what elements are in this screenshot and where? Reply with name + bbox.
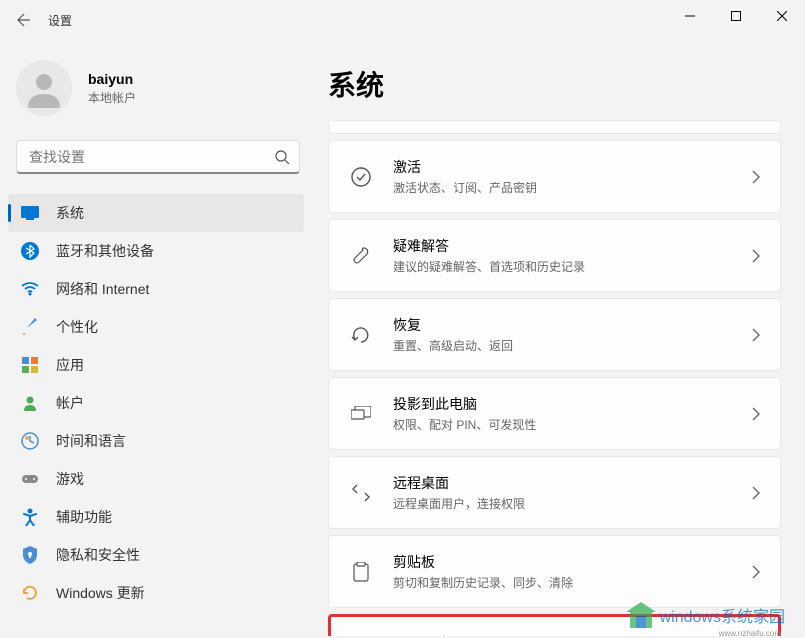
search-box xyxy=(16,140,300,174)
chevron-right-icon xyxy=(752,486,760,500)
shield-icon xyxy=(20,545,40,565)
nav-label: 辅助功能 xyxy=(56,507,112,527)
nav-label: 隐私和安全性 xyxy=(56,545,140,565)
sidebar-item-apps[interactable]: 应用 xyxy=(8,346,304,384)
user-info: baiyun 本地帐户 xyxy=(88,71,136,106)
clock-icon xyxy=(20,431,40,451)
accessibility-icon xyxy=(20,507,40,527)
nav-label: 时间和语言 xyxy=(56,431,126,451)
back-button[interactable] xyxy=(4,0,44,40)
card-title: 投影到此电脑 xyxy=(393,394,752,414)
check-circle-icon xyxy=(349,167,373,187)
card-content: 远程桌面 远程桌面用户，连接权限 xyxy=(393,473,752,512)
card-desc: 权限、配对 PIN、可发现性 xyxy=(393,416,752,433)
user-section[interactable]: baiyun 本地帐户 xyxy=(8,40,304,140)
card-content: 激活 激活状态、订阅、产品密钥 xyxy=(393,157,752,196)
card-troubleshoot[interactable]: 疑难解答 建议的疑难解答、首选项和历史记录 xyxy=(328,219,781,292)
gamepad-icon xyxy=(20,469,40,489)
card-title: 恢复 xyxy=(393,315,752,335)
nav-label: 系统 xyxy=(56,203,84,223)
bluetooth-icon xyxy=(20,241,40,261)
watermark-logo-icon xyxy=(626,602,656,628)
main-content: 系统 激活 激活状态、订阅、产品密钥 疑难解答 建议的疑难解答、首选项和历史记录 xyxy=(316,40,805,636)
sidebar-item-gaming[interactable]: 游戏 xyxy=(8,460,304,498)
watermark-text: windows系统家园 xyxy=(660,603,785,627)
watermark: windows系统家园 xyxy=(626,602,785,628)
card-title: 激活 xyxy=(393,157,752,177)
card-recovery[interactable]: 恢复 重置、高级启动、返回 xyxy=(328,298,781,371)
card-clipboard[interactable]: 剪贴板 剪切和复制历史记录、同步、清除 xyxy=(328,535,781,608)
nav-label: 蓝牙和其他设备 xyxy=(56,241,154,261)
sidebar-item-personalization[interactable]: 个性化 xyxy=(8,308,304,346)
minimize-icon xyxy=(685,11,695,21)
minimize-button[interactable] xyxy=(667,0,713,32)
sidebar-item-accessibility[interactable]: 辅助功能 xyxy=(8,498,304,536)
nav-label: 应用 xyxy=(56,355,84,375)
project-icon xyxy=(349,406,373,422)
user-name: baiyun xyxy=(88,71,136,87)
maximize-button[interactable] xyxy=(713,0,759,32)
system-icon xyxy=(20,203,40,223)
wifi-icon xyxy=(20,279,40,299)
card-title: 剪贴板 xyxy=(393,552,752,572)
brush-icon xyxy=(20,317,40,337)
sidebar-item-bluetooth[interactable]: 蓝牙和其他设备 xyxy=(8,232,304,270)
chevron-right-icon xyxy=(752,170,760,184)
card-content: 恢复 重置、高级启动、返回 xyxy=(393,315,752,354)
card-desc: 激活状态、订阅、产品密钥 xyxy=(393,179,752,196)
chevron-right-icon xyxy=(752,565,760,579)
app-title: 设置 xyxy=(48,12,72,29)
window-controls xyxy=(667,0,805,32)
sidebar: baiyun 本地帐户 系统 蓝牙和其他设备 网络和 Internet xyxy=(0,40,316,636)
nav-label: 网络和 Internet xyxy=(56,279,149,299)
card-title: 远程桌面 xyxy=(393,473,752,493)
avatar-icon xyxy=(24,68,64,108)
nav-label: 游戏 xyxy=(56,469,84,489)
sidebar-item-accounts[interactable]: 帐户 xyxy=(8,384,304,422)
nav-label: 个性化 xyxy=(56,317,98,337)
search-icon xyxy=(274,149,290,165)
apps-icon xyxy=(20,355,40,375)
sidebar-item-time-language[interactable]: 时间和语言 xyxy=(8,422,304,460)
chevron-right-icon xyxy=(752,249,760,263)
titlebar: 设置 xyxy=(0,0,805,40)
close-button[interactable] xyxy=(759,0,805,32)
person-icon xyxy=(20,393,40,413)
chevron-right-icon xyxy=(752,407,760,421)
wrench-icon xyxy=(349,246,373,266)
card-content: 投影到此电脑 权限、配对 PIN、可发现性 xyxy=(393,394,752,433)
nav-label: 帐户 xyxy=(56,393,84,413)
remote-icon xyxy=(349,483,373,503)
partial-card[interactable] xyxy=(328,120,781,134)
sidebar-item-system[interactable]: 系统 xyxy=(8,194,304,232)
card-projecting[interactable]: 投影到此电脑 权限、配对 PIN、可发现性 xyxy=(328,377,781,450)
recovery-icon xyxy=(349,325,373,345)
content-area: baiyun 本地帐户 系统 蓝牙和其他设备 网络和 Internet xyxy=(0,40,805,636)
card-activation[interactable]: 激活 激活状态、订阅、产品密钥 xyxy=(328,140,781,213)
clipboard-icon xyxy=(349,562,373,582)
maximize-icon xyxy=(731,11,741,21)
card-content: 剪贴板 剪切和复制历史记录、同步、清除 xyxy=(393,552,752,591)
back-arrow-icon xyxy=(16,12,32,28)
avatar xyxy=(16,60,72,116)
card-remote-desktop[interactable]: 远程桌面 远程桌面用户，连接权限 xyxy=(328,456,781,529)
card-desc: 建议的疑难解答、首选项和历史记录 xyxy=(393,258,752,275)
chevron-right-icon xyxy=(752,328,760,342)
card-desc: 远程桌面用户，连接权限 xyxy=(393,495,752,512)
update-icon xyxy=(20,583,40,603)
page-title: 系统 xyxy=(328,64,781,104)
search-input[interactable] xyxy=(16,140,300,174)
sidebar-item-privacy[interactable]: 隐私和安全性 xyxy=(8,536,304,574)
nav-label: Windows 更新 xyxy=(56,583,145,603)
close-icon xyxy=(777,11,787,21)
nav-list: 系统 蓝牙和其他设备 网络和 Internet 个性化 应用 帐户 xyxy=(8,194,304,612)
card-title: 疑难解答 xyxy=(393,236,752,256)
card-desc: 剪切和复制历史记录、同步、清除 xyxy=(393,574,752,591)
user-type: 本地帐户 xyxy=(88,89,136,106)
card-desc: 重置、高级启动、返回 xyxy=(393,337,752,354)
watermark-sub: www.nzhaifu.com xyxy=(719,629,781,638)
sidebar-item-windows-update[interactable]: Windows 更新 xyxy=(8,574,304,612)
card-content: 疑难解答 建议的疑难解答、首选项和历史记录 xyxy=(393,236,752,275)
sidebar-item-network[interactable]: 网络和 Internet xyxy=(8,270,304,308)
